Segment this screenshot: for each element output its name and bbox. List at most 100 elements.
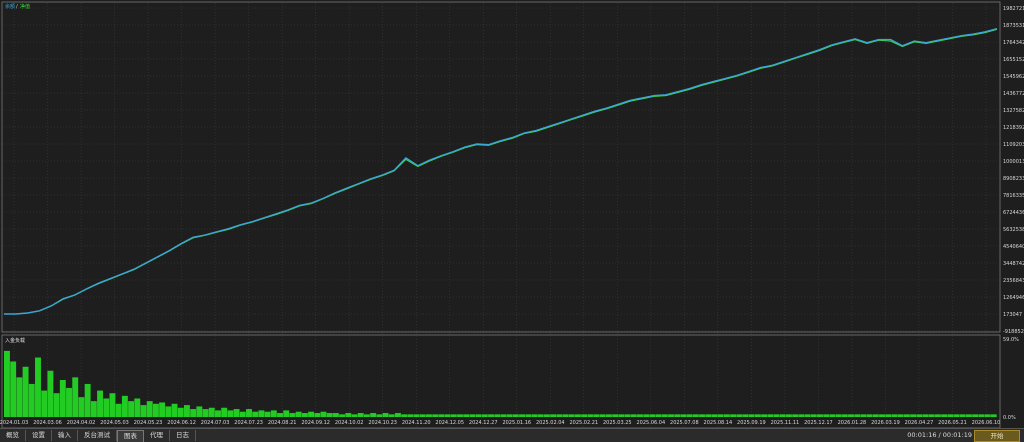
x-tick-label: 2024.06.12: [167, 420, 196, 426]
deposit-load-bar: [835, 414, 842, 417]
deposit-load-bar: [941, 414, 948, 417]
deposit-load-bar: [90, 401, 97, 417]
deposit-load-bar: [289, 413, 296, 417]
deposit-load-bar: [308, 411, 315, 417]
tab-agents[interactable]: 代理: [144, 430, 170, 441]
subchart-bottom-label: 0.0%: [1003, 415, 1016, 421]
deposit-load-bar: [16, 377, 23, 417]
deposit-load-bar: [246, 409, 252, 417]
tab-settings[interactable]: 设置: [26, 430, 52, 441]
x-tick-label: 2026.06.10: [972, 420, 1001, 426]
tab-chart[interactable]: 图表: [117, 429, 144, 442]
y-tick-label: 3448742: [1003, 261, 1024, 267]
x-tick-label: 2024.12.27: [469, 420, 498, 426]
deposit-load-bar: [444, 414, 451, 417]
x-tick-label: 2025.01.16: [502, 420, 531, 426]
y-tick-label: 1264946: [1003, 295, 1024, 301]
deposit-load-bar: [916, 414, 923, 417]
x-tick-label: 2024.09.12: [301, 420, 330, 426]
deposit-load-bar: [742, 414, 749, 417]
deposit-load-bar: [519, 414, 526, 417]
deposit-load-bar: [934, 414, 941, 417]
x-tick-label: 2024.05.03: [100, 420, 129, 426]
deposit-load-bar: [872, 414, 879, 417]
deposit-load-bar: [537, 414, 544, 417]
y-tick-label: 14367725: [1003, 91, 1024, 97]
deposit-load-bar: [233, 409, 240, 417]
start-button[interactable]: 开始: [974, 430, 1020, 442]
x-tick-label: 2025.02.04: [536, 420, 565, 426]
deposit-load-bar: [469, 414, 476, 417]
deposit-load-bar: [674, 414, 681, 417]
deposit-load-bar: [568, 414, 575, 417]
x-tick-label: 2025.12.17: [804, 420, 833, 426]
x-tick-label: 2025.08.14: [704, 420, 733, 426]
deposit-load-bar: [72, 377, 79, 417]
x-tick-label: 2025.02.21: [569, 420, 598, 426]
deposit-load-bar: [53, 393, 60, 417]
deposit-load-bar: [407, 414, 414, 417]
tab-backtest[interactable]: 反台测试: [78, 430, 117, 441]
tab-journal[interactable]: 日志: [170, 430, 196, 441]
x-tick-label: 2024.10.02: [335, 420, 364, 426]
x-tick-label: 2025.07.08: [670, 420, 699, 426]
deposit-load-bar: [773, 414, 780, 417]
deposit-load-bar: [66, 387, 72, 417]
deposit-load-bar: [28, 383, 35, 417]
deposit-load-bar: [103, 398, 110, 417]
deposit-load-bar: [711, 414, 718, 417]
deposit-load-bar: [506, 414, 513, 417]
deposit-load-bar: [140, 405, 147, 417]
deposit-load-bar: [692, 414, 699, 417]
deposit-load-bar: [556, 414, 563, 417]
y-tick-label: 15459623: [1003, 74, 1024, 80]
deposit-load-bar: [121, 395, 128, 417]
deposit-load-bar: [593, 414, 600, 417]
x-tick-label: 2025.03.25: [603, 420, 632, 426]
x-tick-label: 2025.06.04: [637, 420, 666, 426]
deposit-load-bar: [388, 414, 395, 417]
deposit-load-bar: [885, 414, 892, 417]
deposit-load-bar: [208, 407, 215, 417]
deposit-load-bar: [239, 411, 246, 417]
deposit-load-bar: [47, 370, 54, 417]
deposit-load-bar: [581, 414, 588, 417]
x-tick-label: 2024.11.20: [402, 420, 431, 426]
deposit-load-bar: [618, 414, 625, 417]
deposit-load-bar: [990, 414, 997, 417]
deposit-load-bar: [866, 414, 873, 417]
deposit-load-bar: [357, 413, 364, 417]
deposit-load-bar: [754, 414, 761, 417]
deposit-load-bar: [345, 413, 352, 417]
deposit-load-bar: [159, 402, 166, 417]
x-tick-label: 2026.05.21: [938, 420, 967, 426]
subchart-top-label: 59.0%: [1003, 337, 1019, 343]
deposit-load-bar: [550, 414, 557, 417]
deposit-load-bar: [301, 413, 308, 417]
deposit-load-bar: [810, 414, 817, 417]
deposit-load-bar: [959, 414, 966, 417]
deposit-load-bar: [630, 414, 637, 417]
deposit-load-bar: [332, 413, 339, 417]
x-tick-label: 2026.04.27: [905, 420, 934, 426]
deposit-load-bar: [972, 414, 979, 417]
y-tick-label: 16551521: [1003, 57, 1024, 63]
x-tick-label: 2024.04.02: [67, 420, 96, 426]
deposit-load-bar: [792, 414, 799, 417]
deposit-load-bar: [10, 361, 17, 417]
deposit-load-bar: [823, 414, 830, 417]
y-tick-label: 17643420: [1003, 40, 1024, 46]
deposit-load-bar: [78, 397, 85, 417]
deposit-load-bar: [854, 414, 861, 417]
deposit-load-bar: [488, 414, 494, 417]
deposit-load-label: 入金负载: [5, 337, 25, 344]
tab-inputs[interactable]: 输入: [52, 430, 78, 441]
deposit-load-bar: [177, 407, 184, 417]
deposit-load-bar: [661, 414, 668, 417]
tab-overview[interactable]: 概览: [0, 430, 26, 441]
deposit-load-bar: [258, 410, 265, 417]
deposit-load-bar: [413, 414, 420, 417]
x-tick-label: 2024.10.23: [368, 420, 397, 426]
x-tick-label: 2024.03.06: [33, 420, 62, 426]
deposit-load-bar: [798, 414, 805, 417]
